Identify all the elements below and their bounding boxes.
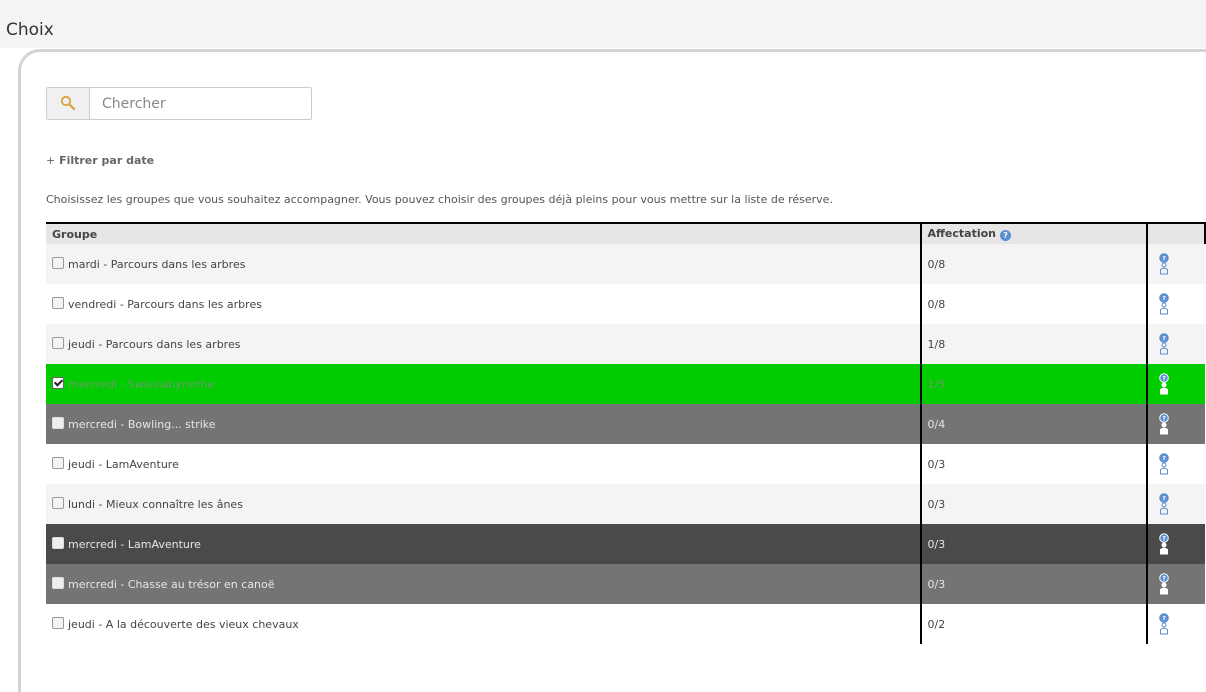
svg-text:?: ? (1162, 374, 1166, 382)
group-checkbox[interactable] (52, 497, 64, 509)
group-label: jeudi - Parcours dans les arbres (68, 338, 241, 351)
group-label: lundi - Mieux connaître les ânes (68, 498, 243, 511)
info-cell: ? (1146, 604, 1205, 644)
table-row[interactable]: mardi - Parcours dans les arbres 0/8? (46, 244, 1205, 284)
group-checkbox[interactable] (52, 617, 64, 629)
person-info-icon[interactable]: ? (1158, 253, 1170, 275)
svg-text:?: ? (1162, 574, 1166, 582)
group-cell: jeudi - Parcours dans les arbres (46, 324, 921, 364)
svg-text:?: ? (1162, 334, 1166, 342)
group-cell: mardi - Parcours dans les arbres (46, 244, 921, 284)
affectation-cell: 0/8 (919, 284, 1148, 324)
info-cell: ? (1146, 444, 1205, 484)
filter-plus: + (46, 154, 56, 167)
search-box[interactable] (46, 87, 312, 120)
group-cell: mercredi - Swisslabyrinthe (46, 364, 921, 404)
info-cell: ? (1146, 244, 1205, 284)
group-cell: lundi - Mieux connaître les ânes (46, 484, 921, 524)
person-info-icon[interactable]: ? (1158, 613, 1170, 635)
affectation-cell: 1/5 (919, 364, 1148, 404)
group-cell: mercredi - Bowling... strike (46, 404, 921, 444)
affectation-cell: 0/2 (919, 604, 1148, 644)
group-label: mercredi - Bowling... strike (68, 418, 216, 431)
affectation-cell: 0/4 (919, 404, 1148, 444)
group-label: mardi - Parcours dans les arbres (68, 258, 246, 271)
search-icon (60, 95, 76, 111)
table-row[interactable]: mercredi - Chasse au trésor en canoë 0/3? (46, 564, 1205, 604)
person-info-icon[interactable]: ? (1158, 373, 1170, 395)
table-row[interactable]: jeudi - LamAventure 0/3? (46, 444, 1205, 484)
affectation-cell: 1/8 (919, 324, 1148, 364)
info-cell: ? (1146, 364, 1205, 404)
table-row[interactable]: jeudi - A la découverte des vieux chevau… (46, 604, 1205, 644)
group-label: jeudi - A la découverte des vieux chevau… (68, 618, 299, 631)
affectation-cell: 0/3 (919, 484, 1148, 524)
group-checkbox[interactable] (52, 377, 64, 389)
group-label: vendredi - Parcours dans les arbres (68, 298, 262, 311)
group-checkbox[interactable] (52, 297, 64, 309)
group-cell: mercredi - Chasse au trésor en canoë (46, 564, 921, 604)
svg-text:?: ? (1162, 454, 1166, 462)
filter-by-date-link[interactable]: + Filtrer par date (46, 154, 154, 167)
search-input[interactable] (90, 88, 304, 119)
group-checkbox[interactable] (52, 537, 64, 549)
header-affectation[interactable]: Affectation? (919, 222, 1148, 244)
table-row[interactable]: mercredi - Swisslabyrinthe 1/5? (46, 364, 1205, 404)
table-header-row: Groupe Affectation? (46, 222, 1206, 244)
group-checkbox[interactable] (52, 257, 64, 269)
person-info-icon[interactable]: ? (1158, 333, 1170, 355)
info-cell: ? (1146, 284, 1205, 324)
top-bar: Choix (0, 0, 1206, 48)
group-label: mercredi - Chasse au trésor en canoë (68, 578, 275, 591)
table-row[interactable]: jeudi - Parcours dans les arbres 1/8? (46, 324, 1205, 364)
filter-label: Filtrer par date (59, 154, 155, 167)
groups-table: Groupe Affectation? mardi - Parcours dan… (46, 222, 1206, 644)
info-cell: ? (1146, 324, 1205, 364)
info-cell: ? (1146, 524, 1205, 564)
group-cell: mercredi - LamAventure (46, 524, 921, 564)
instructions-text: Choisissez les groupes que vous souhaite… (46, 193, 833, 206)
search-addon (47, 88, 90, 119)
affectation-cell: 0/3 (919, 564, 1148, 604)
groups-table-container: Groupe Affectation? mardi - Parcours dan… (46, 222, 1206, 647)
info-cell: ? (1146, 484, 1205, 524)
group-label: mercredi - LamAventure (68, 538, 201, 551)
group-cell: vendredi - Parcours dans les arbres (46, 284, 921, 324)
group-cell: jeudi - A la découverte des vieux chevau… (46, 604, 921, 644)
group-label: mercredi - Swisslabyrinthe (68, 378, 215, 391)
header-group[interactable]: Groupe (46, 222, 921, 244)
svg-text:?: ? (1162, 414, 1166, 422)
group-checkbox[interactable] (52, 577, 64, 589)
group-label: jeudi - LamAventure (68, 458, 179, 471)
person-info-icon[interactable]: ? (1158, 413, 1170, 435)
table-row[interactable]: mercredi - Bowling... strike 0/4? (46, 404, 1205, 444)
affectation-cell: 0/8 (919, 244, 1148, 284)
person-info-icon[interactable]: ? (1158, 573, 1170, 595)
svg-text:?: ? (1162, 494, 1166, 502)
group-checkbox[interactable] (52, 337, 64, 349)
person-info-icon[interactable]: ? (1158, 293, 1170, 315)
svg-text:?: ? (1162, 294, 1166, 302)
table-row[interactable]: lundi - Mieux connaître les ânes 0/3? (46, 484, 1205, 524)
group-cell: jeudi - LamAventure (46, 444, 921, 484)
affectation-cell: 0/3 (919, 524, 1148, 564)
person-info-icon[interactable]: ? (1158, 533, 1170, 555)
group-checkbox[interactable] (52, 457, 64, 469)
svg-text:?: ? (1162, 254, 1166, 262)
person-info-icon[interactable]: ? (1158, 493, 1170, 515)
svg-text:?: ? (1162, 614, 1166, 622)
svg-text:?: ? (1162, 534, 1166, 542)
info-cell: ? (1146, 404, 1205, 444)
help-icon[interactable]: ? (1000, 230, 1012, 241)
table-row[interactable]: mercredi - LamAventure 0/3? (46, 524, 1205, 564)
table-row[interactable]: vendredi - Parcours dans les arbres 0/8? (46, 284, 1205, 324)
group-checkbox[interactable] (52, 417, 64, 429)
affectation-cell: 0/3 (919, 444, 1148, 484)
page-title: Choix (6, 20, 54, 40)
person-info-icon[interactable]: ? (1158, 453, 1170, 475)
info-cell: ? (1146, 564, 1205, 604)
header-actions (1146, 222, 1206, 244)
